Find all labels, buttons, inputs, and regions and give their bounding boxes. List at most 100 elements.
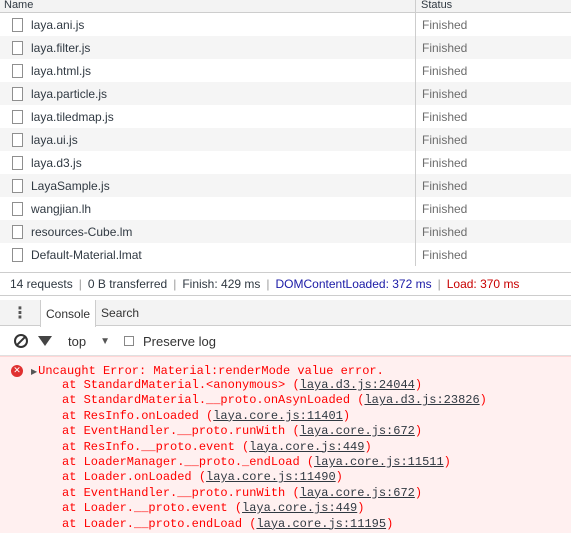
request-status: Finished [422,40,468,55]
request-name-cell[interactable]: resources-Cube.lm [0,220,416,243]
source-link[interactable]: laya.core.js:11511 [314,455,444,469]
tab-console[interactable]: Console [40,300,97,327]
request-name[interactable]: laya.ui.js [31,133,78,147]
source-link[interactable]: laya.core.js:672 [300,424,415,438]
chevron-down-icon[interactable]: ▼ [100,336,110,347]
source-link[interactable]: laya.d3.js:23826 [364,393,479,407]
stack-frame-close: ) [357,501,365,516]
request-status: Finished [422,178,468,193]
network-table-header: Name Status [0,0,571,13]
request-name[interactable]: laya.html.js [31,64,91,78]
table-row[interactable]: laya.particle.js Finished [0,82,571,105]
stack-frame-text: at EventHandler.__proto.runWith ( [62,424,300,439]
stack-trace: at StandardMaterial.<anonymous> (laya.d3… [62,378,487,532]
stack-frame-text: at StandardMaterial.<anonymous> ( [62,378,300,392]
stack-frame-close: ) [386,516,394,531]
request-name-cell[interactable]: laya.ui.js [0,128,416,151]
source-link[interactable]: laya.core.js:449 [249,440,364,454]
column-header-name[interactable]: Name [0,0,416,12]
table-row[interactable]: wangjian.lh Finished [0,197,571,220]
file-icon [12,17,23,32]
request-name-cell[interactable]: LayaSample.js [0,174,416,197]
summary-separator: | [437,277,441,291]
request-status: Finished [422,63,468,78]
table-row[interactable]: laya.d3.js Finished [0,151,571,174]
request-name-cell[interactable]: Default-Material.lmat [0,243,416,266]
request-name[interactable]: laya.tiledmap.js [31,110,114,124]
stack-frame: at Loader.__proto.event (laya.core.js:44… [62,501,487,516]
request-name-cell[interactable]: laya.ani.js [0,13,416,36]
file-icon [12,132,23,147]
stack-frame-close: ) [479,393,487,408]
stack-frame-close: ) [342,408,351,423]
clear-console-icon[interactable] [14,334,28,348]
request-status: Finished [422,17,468,32]
table-row[interactable]: laya.ani.js Finished [0,13,571,36]
table-row[interactable]: laya.filter.js Finished [0,36,571,59]
request-name[interactable]: LayaSample.js [31,179,110,193]
request-name[interactable]: laya.particle.js [31,87,107,101]
stack-frame-text: at ResInfo.__proto.event ( [62,439,250,454]
finish-time: Finish: 429 ms [182,277,261,291]
stack-frame-text: at LoaderManager.__proto._endLoad ( [62,454,315,469]
request-name-cell[interactable]: laya.tiledmap.js [0,105,416,128]
request-name-cell[interactable]: laya.filter.js [0,36,416,59]
stack-frame-text: at StandardMaterial.__proto.onAsynLoaded… [62,393,365,408]
context-selector[interactable]: top [68,334,86,349]
network-summary-bar: 14 requests | 0 B transferred | Finish: … [0,272,571,296]
stack-frame-close: ) [443,454,451,469]
source-link[interactable]: laya.core.js:11490 [206,470,336,484]
file-icon [12,40,23,55]
table-row[interactable]: Default-Material.lmat Finished [0,243,571,266]
stack-frame: at StandardMaterial.__proto.onAsynLoaded… [62,393,487,408]
source-link[interactable]: laya.d3.js:24044 [300,378,415,392]
table-row[interactable]: laya.html.js Finished [0,59,571,82]
tab-search[interactable]: Search [96,300,144,325]
stack-frame: at EventHandler.__proto.runWith (laya.co… [62,486,487,501]
source-link[interactable]: laya.core.js:11195 [256,517,386,531]
request-name-cell[interactable]: laya.d3.js [0,151,416,174]
stack-frame-text: at ResInfo.onLoaded ( [62,408,214,423]
stack-frame-close: ) [414,378,423,392]
request-name-cell[interactable]: laya.particle.js [0,82,416,105]
stack-frame-close: ) [364,439,372,454]
console-error-message: ✕ ▶ Uncaught Error: Material:renderMode … [0,356,571,533]
file-icon [12,155,23,170]
drawer-tab-bar: ⋮ Console Search [0,300,571,327]
request-name[interactable]: Default-Material.lmat [31,248,142,262]
source-link[interactable]: laya.core.js:11401 [213,409,343,423]
table-row[interactable]: laya.tiledmap.js Finished [0,105,571,128]
file-icon [12,247,23,262]
drawer-menu-icon[interactable]: ⋮ [0,300,40,325]
request-name[interactable]: laya.d3.js [31,156,82,170]
expand-arrow-icon[interactable]: ▶ [31,367,37,376]
table-row[interactable]: laya.ui.js Finished [0,128,571,151]
file-icon [12,109,23,124]
request-name-cell[interactable]: laya.html.js [0,59,416,82]
source-link[interactable]: laya.core.js:672 [300,486,415,500]
stack-frame: at ResInfo.__proto.event (laya.core.js:4… [62,440,487,455]
request-name-cell[interactable]: wangjian.lh [0,197,416,220]
stack-frame: at EventHandler.__proto.runWith (laya.co… [62,424,487,439]
filter-icon[interactable] [38,336,52,346]
file-icon [12,63,23,78]
request-name[interactable]: wangjian.lh [31,202,91,216]
file-icon [12,86,23,101]
error-text: Uncaught Error: Material:renderMode valu… [38,364,384,378]
stack-frame: at LoaderManager.__proto._endLoad (laya.… [62,455,487,470]
source-link[interactable]: laya.core.js:449 [242,501,357,515]
table-row[interactable]: LayaSample.js Finished [0,174,571,197]
stack-frame-close: ) [414,485,423,500]
column-header-status[interactable]: Status [416,0,571,12]
preserve-log-checkbox[interactable] [123,336,134,346]
request-name[interactable]: laya.filter.js [31,41,90,55]
request-name[interactable]: laya.ani.js [31,18,84,32]
request-name[interactable]: resources-Cube.lm [31,225,132,239]
preserve-log-label[interactable]: Preserve log [143,334,216,349]
request-status: Finished [422,224,468,239]
load-time: Load: 370 ms [446,277,520,291]
file-icon [12,201,23,216]
transferred-size: 0 B transferred [87,277,168,291]
table-row[interactable]: resources-Cube.lm Finished [0,220,571,243]
stack-frame-close: ) [414,424,423,439]
